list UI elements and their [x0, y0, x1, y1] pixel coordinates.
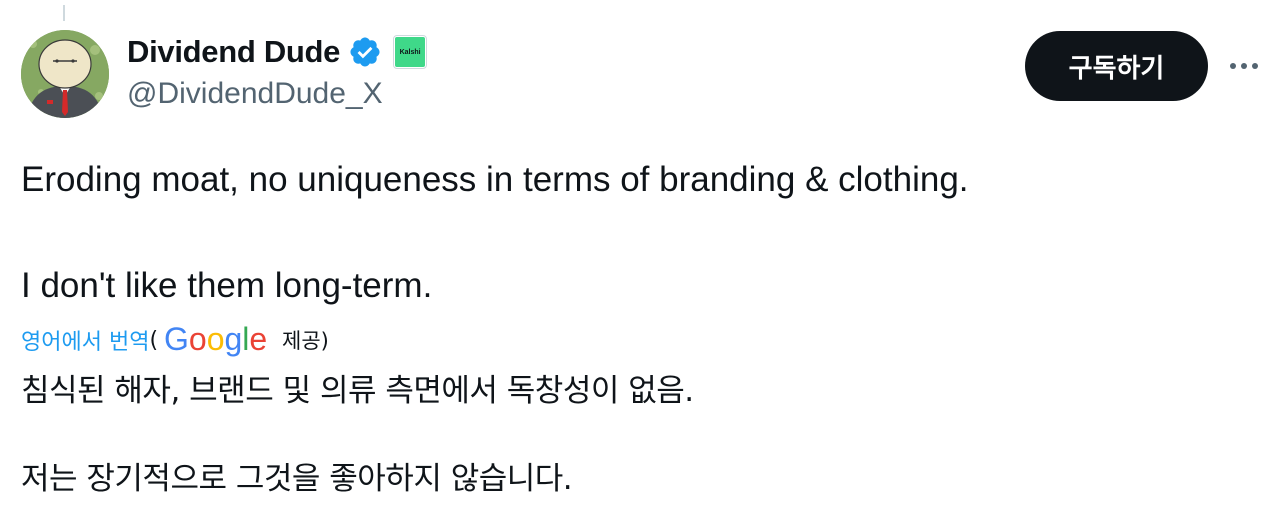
- translated-text-line: 침식된 해자, 브랜드 및 의류 측면에서 독창성이 없음.: [21, 373, 694, 409]
- more-dot: [1252, 63, 1258, 69]
- author-name-row: Dividend Dude Kalshi: [127, 31, 428, 73]
- more-dot: [1241, 63, 1247, 69]
- translation-paren: (: [149, 327, 159, 353]
- google-logo-text: Google: [164, 322, 267, 357]
- translated-text-line: 저는 장기적으로 그것을 좋아하지 않습니다.: [21, 461, 573, 497]
- more-dot: [1230, 63, 1236, 69]
- affiliate-badge[interactable]: Kalshi: [393, 35, 428, 69]
- more-options-icon[interactable]: [1222, 46, 1266, 86]
- subscribe-button[interactable]: 구독하기: [1025, 31, 1208, 101]
- translation-provided-label: 제공): [282, 329, 329, 353]
- avatar-image: [21, 30, 109, 118]
- google-logo-icon: Google: [164, 322, 270, 358]
- translation-attribution: 영어에서 번역 ( Google 제공): [21, 320, 329, 360]
- avatar[interactable]: [21, 30, 109, 118]
- verified-badge-icon[interactable]: [348, 35, 382, 69]
- translated-from-link[interactable]: 영어에서 번역: [21, 324, 149, 356]
- tweet-text-line: Eroding moat, no uniqueness in terms of …: [21, 160, 969, 199]
- affiliate-badge-logo: Kalshi: [395, 37, 426, 67]
- author-display-name[interactable]: Dividend Dude: [127, 34, 340, 70]
- thread-connector-line: [63, 5, 65, 21]
- author-handle[interactable]: @DividendDude_X: [127, 77, 383, 111]
- tweet-text-line: I don't like them long-term.: [21, 266, 433, 305]
